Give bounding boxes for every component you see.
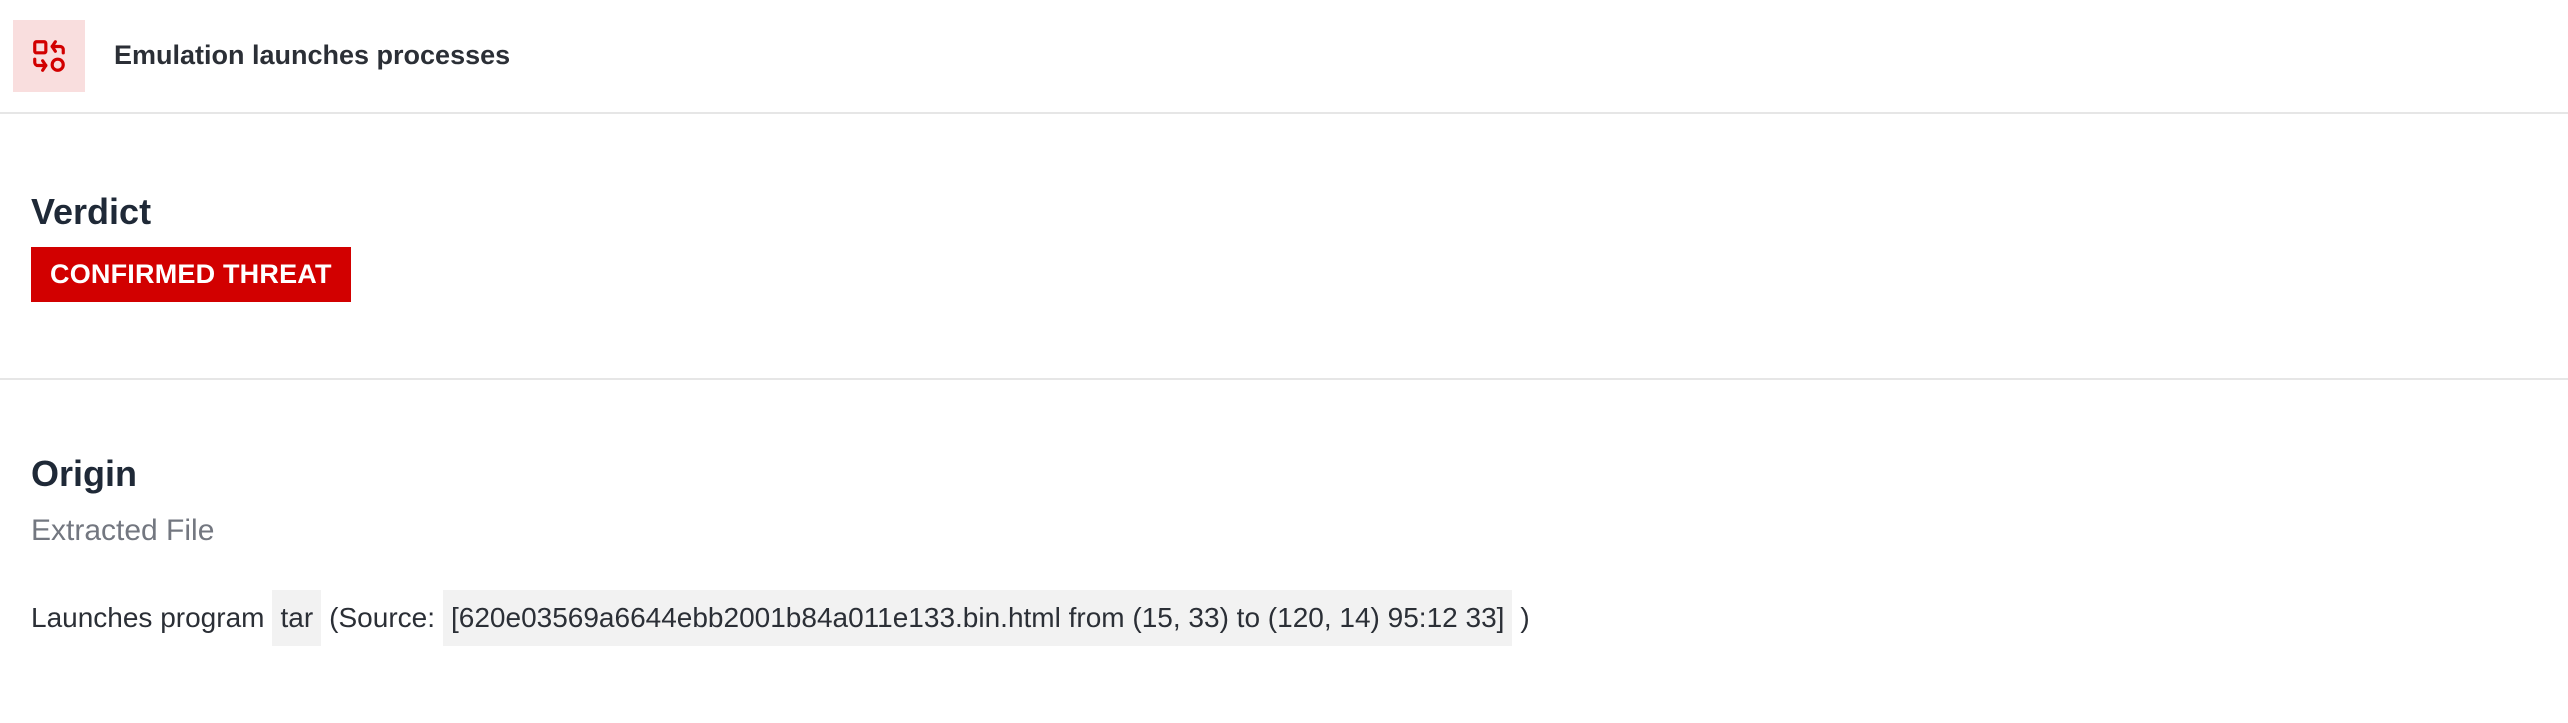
alert-title: Emulation launches processes (114, 40, 511, 70)
origin-subtitle: Extracted File (31, 514, 215, 547)
launch-prefix: Launches program (31, 602, 265, 633)
source-suffix: ) (1520, 602, 1530, 633)
origin-heading: Origin (31, 453, 137, 494)
alert-header: Emulation launches processes (0, 0, 2568, 114)
page: Emulation launches processes Verdict CON… (0, 0, 2568, 723)
process-swap-icon (13, 20, 85, 92)
origin-section: Origin Extracted File Launches program t… (0, 380, 2568, 723)
verdict-section: Verdict CONFIRMED THREAT (0, 114, 2568, 380)
launch-details: Launches program tar (Source: [620e03569… (31, 590, 1530, 646)
verdict-heading: Verdict (31, 191, 152, 232)
source-chip: [620e03569a6644ebb2001b84a011e133.bin.ht… (443, 590, 1513, 646)
source-prefix: (Source: (329, 602, 435, 633)
program-chip: tar (272, 590, 322, 646)
verdict-badge: CONFIRMED THREAT (31, 247, 351, 302)
